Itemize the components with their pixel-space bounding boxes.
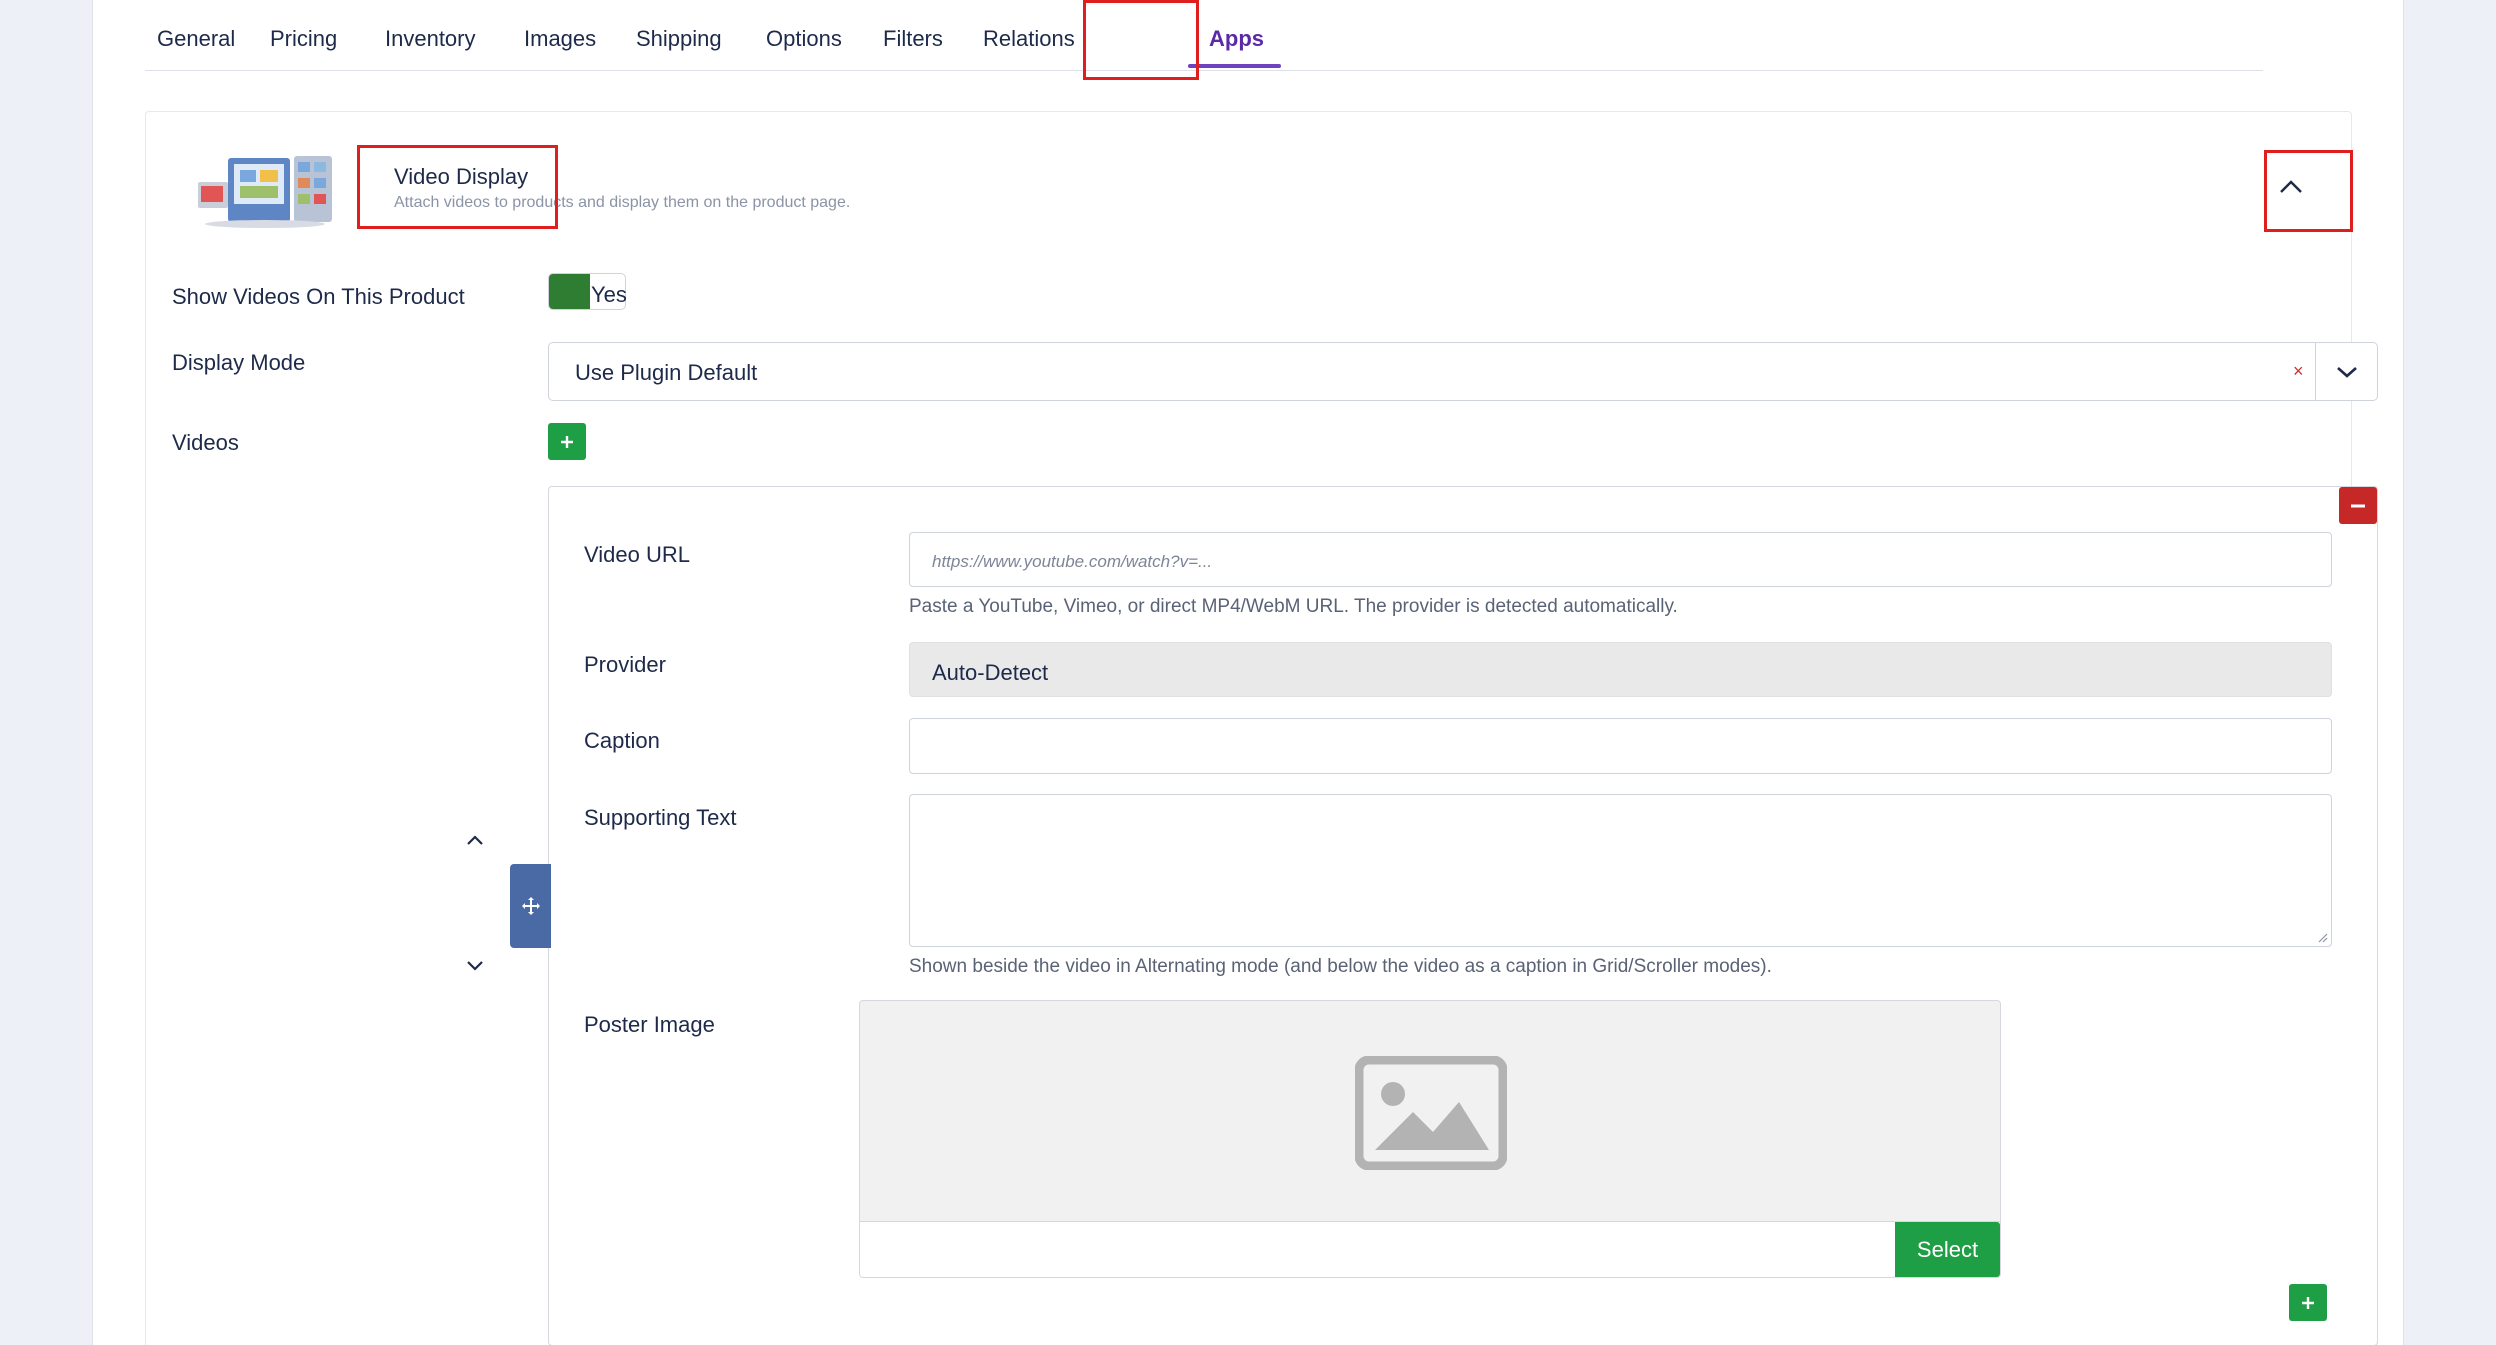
chevron-up-icon — [2280, 180, 2302, 193]
tab-options[interactable]: Options — [766, 26, 842, 52]
video-url-placeholder: https://www.youtube.com/watch?v=... — [932, 552, 1213, 571]
remove-video-button[interactable] — [2339, 487, 2377, 524]
caption-label: Caption — [584, 728, 660, 753]
video-gallery-icon — [198, 156, 332, 228]
provider-value: Auto-Detect — [932, 660, 1049, 685]
move-arrows-icon — [521, 897, 540, 915]
videos-label: Videos — [172, 430, 239, 455]
app-title: Video Display — [394, 164, 529, 189]
display-mode-value: Use Plugin Default — [575, 360, 758, 385]
resize-handle-icon[interactable] — [2316, 931, 2328, 943]
display-mode-label: Display Mode — [172, 350, 306, 375]
poster-path-bar: Select — [860, 1221, 2000, 1277]
app-subtitle: Attach videos to products and display th… — [394, 194, 851, 211]
supporting-text-textarea[interactable] — [909, 794, 2332, 947]
poster-image-label: Poster Image — [584, 1012, 715, 1037]
provider-field: Auto-Detect — [909, 642, 2332, 697]
collapse-button[interactable] — [2251, 152, 2331, 222]
tab-bar: General Pricing Inventory Images Shippin… — [145, 0, 2263, 71]
video-url-input[interactable]: https://www.youtube.com/watch?v=... — [909, 532, 2332, 587]
caption-input[interactable] — [909, 718, 2332, 774]
tab-shipping[interactable]: Shipping — [636, 26, 722, 52]
supporting-text-label: Supporting Text — [584, 805, 737, 830]
poster-image-picker[interactable]: Select — [859, 1000, 2001, 1278]
tab-inventory[interactable]: Inventory — [385, 26, 476, 52]
plus-icon — [561, 435, 573, 448]
tab-general[interactable]: General — [157, 26, 235, 52]
chevron-down-icon — [2336, 366, 2357, 378]
image-placeholder-icon — [1355, 1056, 1507, 1170]
video-url-label: Video URL — [584, 542, 690, 567]
provider-label: Provider — [584, 652, 666, 677]
video-url-help: Paste a YouTube, Vimeo, or direct MP4/We… — [909, 596, 1678, 617]
supporting-text-help: Shown beside the video in Alternating mo… — [909, 956, 1772, 977]
select-image-button[interactable]: Select — [1895, 1222, 2000, 1277]
show-videos-label: Show Videos On This Product — [172, 284, 465, 309]
plus-icon — [2302, 1296, 2314, 1309]
drag-handle[interactable] — [510, 864, 551, 948]
tab-pricing[interactable]: Pricing — [270, 26, 337, 52]
move-down-chevron-icon[interactable] — [466, 960, 484, 972]
dropdown-toggle[interactable] — [2315, 343, 2377, 400]
add-video-button[interactable] — [548, 423, 586, 460]
tab-images[interactable]: Images — [524, 26, 596, 52]
tab-filters[interactable]: Filters — [883, 26, 943, 52]
tab-relations[interactable]: Relations — [983, 26, 1075, 52]
page-container: General Pricing Inventory Images Shippin… — [92, 0, 2404, 1345]
clear-selection-icon[interactable]: × — [2293, 361, 2304, 382]
tab-apps[interactable]: Apps — [1209, 26, 1264, 52]
display-mode-select[interactable]: Use Plugin Default × — [548, 342, 2378, 401]
show-videos-value: Yes — [591, 282, 627, 307]
minus-icon — [2351, 504, 2365, 507]
active-tab-indicator — [1188, 64, 1281, 68]
move-up-chevron-icon[interactable] — [466, 834, 484, 846]
add-video-below-button[interactable] — [2289, 1284, 2327, 1321]
